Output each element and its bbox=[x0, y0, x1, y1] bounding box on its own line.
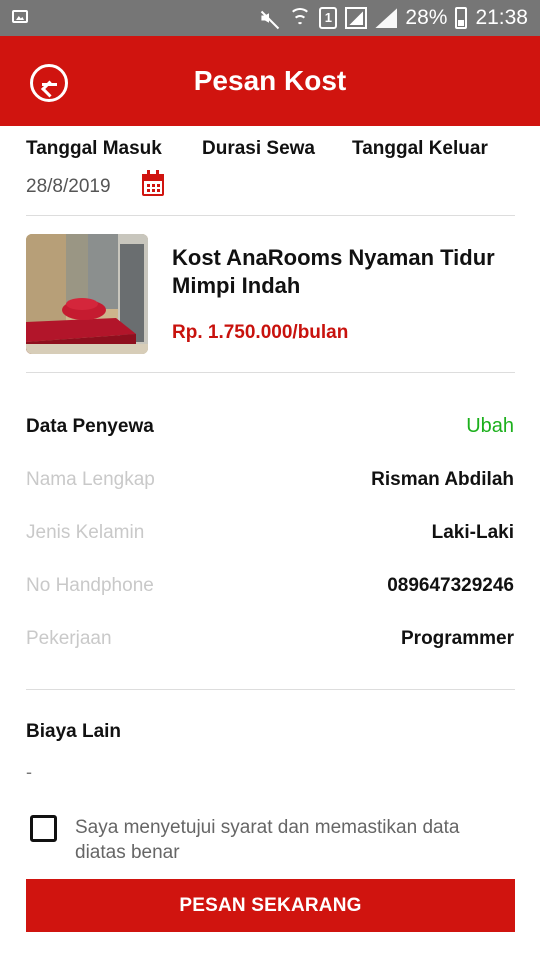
divider bbox=[26, 689, 515, 690]
page-title: Pesan Kost bbox=[193, 65, 347, 96]
status-icons: 1 28% 21:38 bbox=[259, 0, 528, 36]
calendar-icon[interactable] bbox=[142, 170, 164, 196]
agreement-checkbox[interactable] bbox=[30, 815, 57, 842]
duration-label: Durasi Sewa bbox=[202, 138, 315, 159]
divider bbox=[26, 215, 515, 216]
other-costs-value: - bbox=[26, 762, 32, 782]
tenant-field-label: No Handphone bbox=[26, 575, 154, 596]
sim-icon: 1 bbox=[319, 7, 338, 29]
check-in-date[interactable]: 28/8/2019 bbox=[26, 176, 111, 198]
app-bar: Pesan Kost bbox=[0, 36, 540, 126]
kost-price: Rp. 1.750.000/bulan bbox=[172, 322, 349, 343]
tenant-field-value: Programmer bbox=[401, 628, 514, 649]
edit-tenant-link[interactable]: Ubah bbox=[466, 415, 514, 438]
other-costs-title: Biaya Lain bbox=[26, 721, 122, 742]
check-out-label: Tanggal Keluar bbox=[352, 138, 488, 159]
tenant-field-value: Risman Abdilah bbox=[371, 469, 514, 490]
agreement-text[interactable]: Saya menyetujui syarat dan memastikan da… bbox=[75, 815, 515, 865]
tenant-field-label: Jenis Kelamin bbox=[26, 522, 145, 543]
wifi-icon bbox=[289, 8, 312, 28]
mute-icon bbox=[259, 8, 281, 28]
kost-name: Kost AnaRooms Nyaman Tidur Mimpi Indah bbox=[172, 245, 495, 298]
tenant-field-label: Nama Lengkap bbox=[26, 469, 155, 490]
check-in-label: Tanggal Masuk bbox=[26, 138, 162, 159]
tenant-field-label: Pekerjaan bbox=[26, 628, 112, 649]
tenant-section-title: Data Penyewa bbox=[26, 416, 154, 437]
signal-sim2-icon bbox=[375, 8, 398, 28]
clock: 21:38 bbox=[475, 6, 528, 29]
tenant-field-value: 089647329246 bbox=[387, 575, 514, 596]
tenant-field-value: Laki-Laki bbox=[431, 522, 514, 543]
status-bar: 1 28% 21:38 bbox=[0, 0, 540, 36]
battery-charging-icon bbox=[455, 7, 468, 29]
image-notification-icon bbox=[12, 10, 28, 23]
battery-percentage: 28% bbox=[405, 6, 448, 29]
kost-photo bbox=[26, 234, 148, 354]
divider bbox=[26, 372, 515, 373]
order-now-button[interactable]: PESAN SEKARANG bbox=[26, 879, 515, 932]
signal-sim1-icon bbox=[345, 7, 368, 29]
